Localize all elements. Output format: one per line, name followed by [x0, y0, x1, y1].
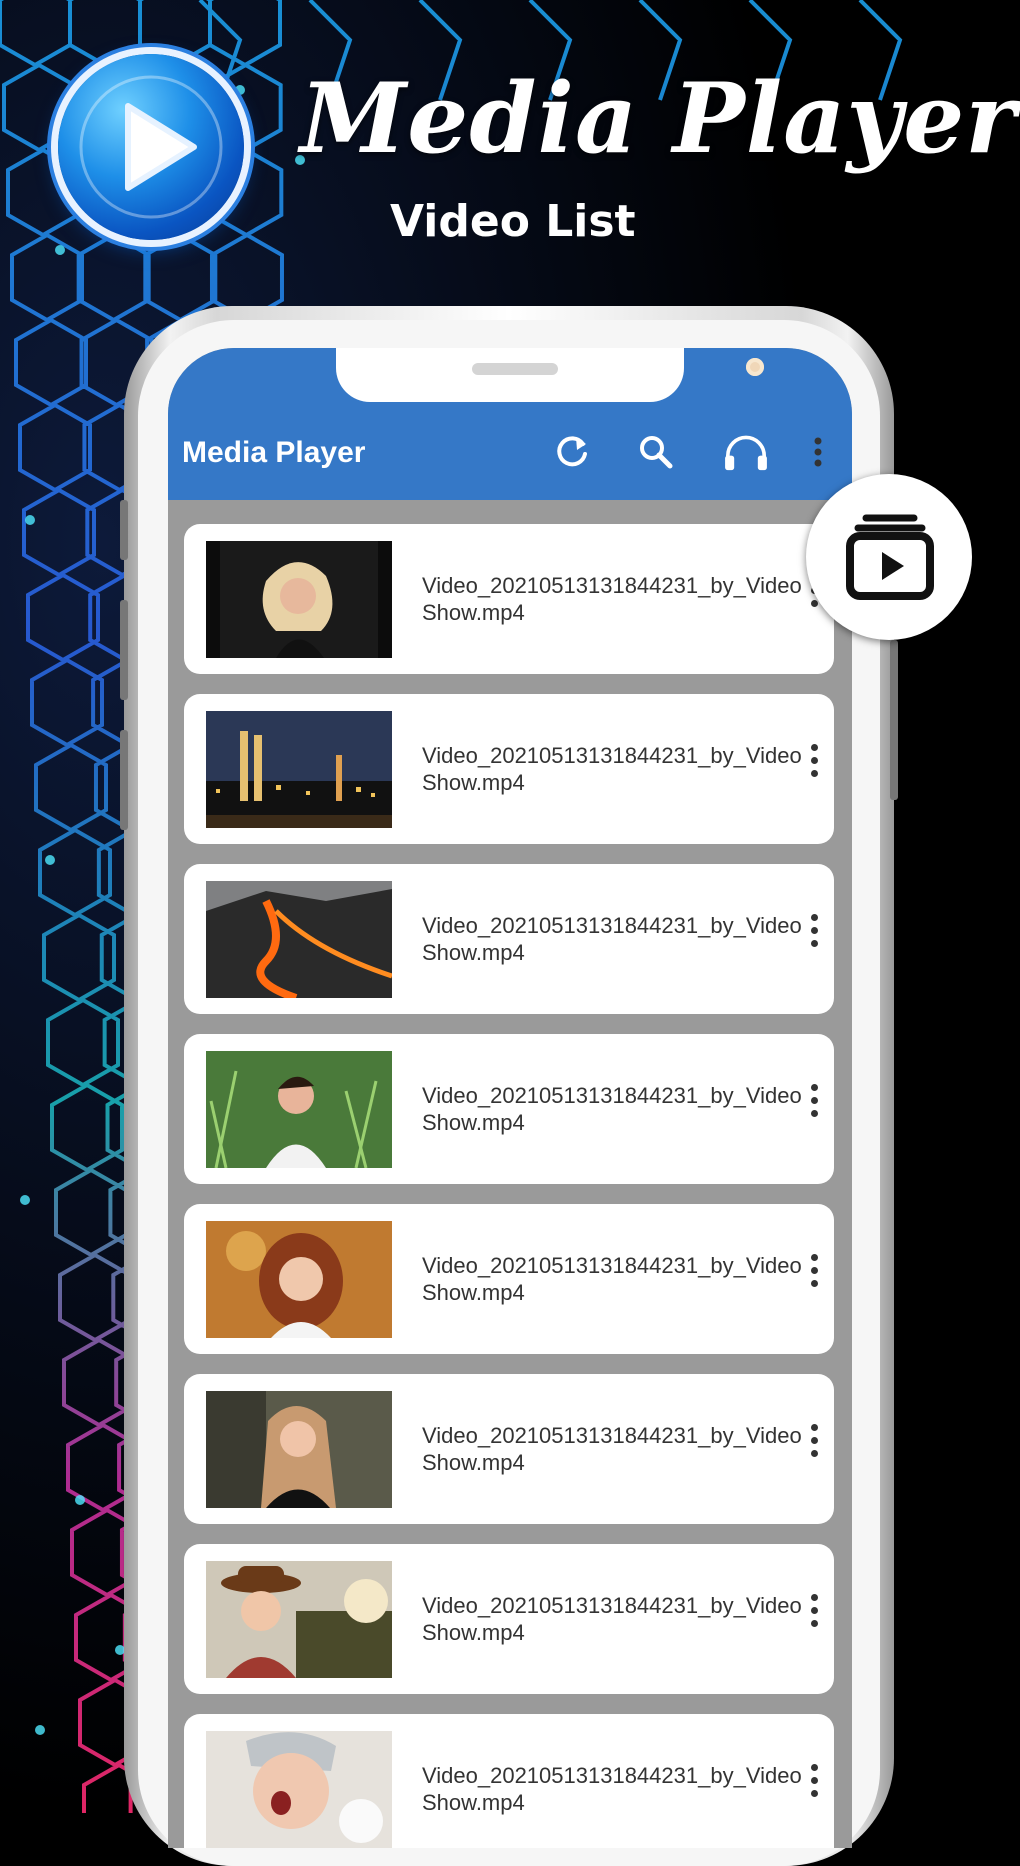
video-filename: Video_20210513131844231_by_VideoShow.mp4 — [422, 1763, 802, 1815]
video-thumbnail[interactable] — [206, 1391, 392, 1508]
video-thumbnail[interactable] — [206, 1221, 392, 1338]
sparkle-dot — [55, 245, 65, 255]
more-options-icon[interactable] — [806, 1254, 822, 1300]
video-filename: Video_20210513131844231_by_VideoShow.mp4 — [422, 573, 802, 625]
speaker-grille — [472, 363, 558, 375]
video-thumbnail[interactable] — [206, 1731, 392, 1848]
sparkle-dot — [75, 1495, 85, 1505]
sparkle-dot — [20, 1195, 30, 1205]
headphones-icon[interactable] — [720, 432, 772, 472]
video-thumbnail[interactable] — [206, 541, 392, 658]
phone-power-button — [890, 640, 898, 800]
promo-subtitle: Video List — [390, 196, 636, 247]
video-list-item[interactable]: Video_20210513131844231_by_VideoShow.mp4 — [184, 1034, 834, 1184]
video-filename: Video_20210513131844231_by_VideoShow.mp4 — [422, 1423, 802, 1475]
video-list-item[interactable]: Video_20210513131844231_by_VideoShow.mp4 — [184, 1714, 834, 1848]
video-filename: Video_20210513131844231_by_VideoShow.mp4 — [422, 913, 802, 965]
phone-notch — [336, 348, 764, 402]
video-list: Video_20210513131844231_by_VideoShow.mp4… — [184, 524, 834, 1848]
more-options-icon[interactable] — [806, 744, 822, 790]
video-list-item[interactable]: Video_20210513131844231_by_VideoShow.mp4 — [184, 694, 834, 844]
video-thumbnail[interactable] — [206, 1561, 392, 1678]
video-filename: Video_20210513131844231_by_VideoShow.mp4 — [422, 1253, 802, 1305]
media-player-logo — [58, 54, 244, 240]
refresh-icon[interactable] — [550, 432, 594, 472]
more-options-icon[interactable] — [806, 1084, 822, 1130]
play-icon — [79, 75, 223, 219]
more-options-icon[interactable] — [806, 1764, 822, 1810]
phone-volume-button — [120, 730, 128, 830]
search-icon[interactable] — [634, 432, 678, 472]
app-title: Media Player — [182, 436, 366, 469]
app-toolbar: Media Player — [168, 348, 852, 500]
more-options-icon[interactable] — [806, 1594, 822, 1640]
video-list-item[interactable]: Video_20210513131844231_by_VideoShow.mp4 — [184, 1374, 834, 1524]
phone-volume-button — [120, 600, 128, 700]
video-list-item[interactable]: Video_20210513131844231_by_VideoShow.mp4 — [184, 1204, 834, 1354]
sparkle-dot — [25, 515, 35, 525]
sparkle-dot — [35, 1725, 45, 1735]
video-thumbnail[interactable] — [206, 1051, 392, 1168]
video-thumbnail[interactable] — [206, 881, 392, 998]
video-filename: Video_20210513131844231_by_VideoShow.mp4 — [422, 1593, 802, 1645]
more-vertical-icon[interactable] — [808, 432, 828, 472]
phone-screen: Media Player Video_20210513131844231_by_… — [168, 348, 852, 1848]
video-filename: Video_20210513131844231_by_VideoShow.mp4 — [422, 1083, 802, 1135]
sparkle-dot — [45, 855, 55, 865]
phone-side-button — [120, 500, 128, 560]
video-list-item[interactable]: Video_20210513131844231_by_VideoShow.mp4 — [184, 524, 834, 674]
promo-title: Media Player — [300, 62, 1017, 175]
video-filename: Video_20210513131844231_by_VideoShow.mp4 — [422, 743, 802, 795]
video-playlist-icon — [846, 514, 934, 600]
video-list-item[interactable]: Video_20210513131844231_by_VideoShow.mp4 — [184, 864, 834, 1014]
front-camera — [746, 358, 764, 376]
video-thumbnail[interactable] — [206, 711, 392, 828]
more-options-icon[interactable] — [806, 1424, 822, 1470]
playlist-badge — [806, 474, 972, 640]
video-list-item[interactable]: Video_20210513131844231_by_VideoShow.mp4 — [184, 1544, 834, 1694]
more-options-icon[interactable] — [806, 914, 822, 960]
